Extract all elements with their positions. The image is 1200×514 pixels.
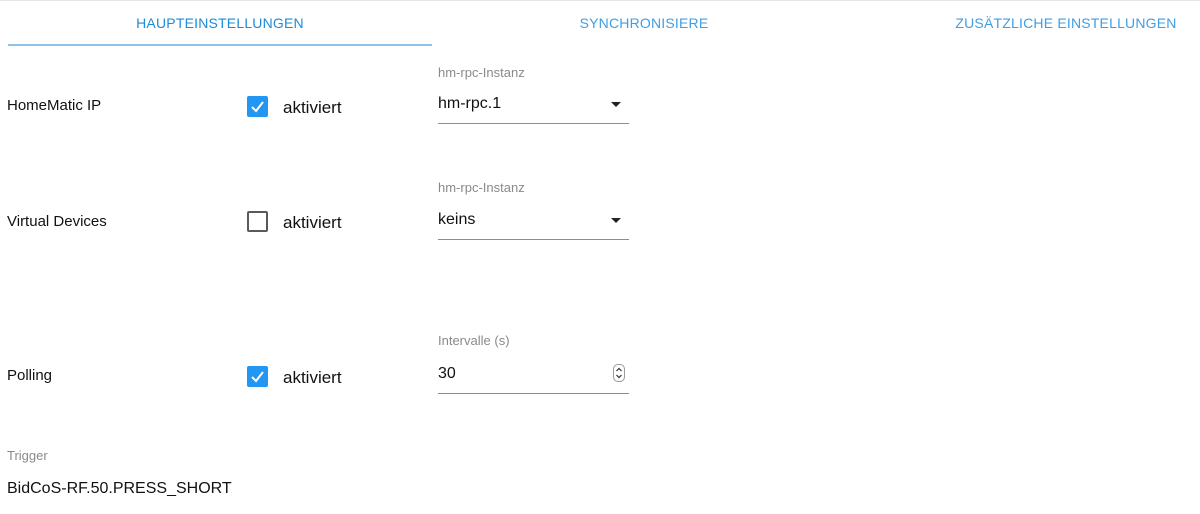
homematic-ip-instance-value: hm-rpc.1 — [438, 95, 502, 112]
homematic-ip-checkbox[interactable] — [247, 96, 268, 117]
checkmark-icon — [251, 371, 264, 383]
settings-page: HAUPTEINSTELLUNGEN SYNCHRONISIERE ZUSÄTZ… — [0, 0, 1200, 514]
virtual-devices-instance-value: keins — [438, 211, 476, 228]
active-tab-indicator — [8, 44, 432, 46]
polling-interval-value: 30 — [438, 365, 456, 382]
virtual-devices-instance-select[interactable]: keins — [438, 209, 629, 240]
triangle-down-icon — [611, 218, 621, 223]
tab-synchronize[interactable]: SYNCHRONISIERE — [432, 1, 856, 45]
polling-checkbox[interactable] — [247, 366, 268, 387]
virtual-devices-checkbox-label[interactable]: aktiviert — [283, 213, 342, 233]
up-down-stepper-icon[interactable] — [613, 364, 625, 382]
polling-label: Polling — [7, 367, 53, 384]
polling-interval-label: Intervalle (s) — [438, 333, 510, 348]
virtual-devices-checkbox[interactable] — [247, 211, 268, 232]
homematic-ip-instance-select[interactable]: hm-rpc.1 — [438, 93, 629, 124]
tab-bar: HAUPTEINSTELLUNGEN SYNCHRONISIERE ZUSÄTZ… — [0, 1, 1200, 47]
polling-interval-input[interactable]: 30 — [438, 363, 629, 394]
virtual-devices-label: Virtual Devices — [7, 213, 107, 230]
homematic-ip-checkbox-label[interactable]: aktiviert — [283, 98, 342, 118]
homematic-ip-label: HomeMatic IP — [7, 97, 102, 114]
trigger-input[interactable]: BidCoS-RF.50.PRESS_SHORT — [7, 480, 232, 498]
triangle-down-icon — [611, 102, 621, 107]
virtual-devices-instance-label: hm-rpc-Instanz — [438, 180, 525, 195]
trigger-label: Trigger — [7, 448, 48, 463]
polling-checkbox-label[interactable]: aktiviert — [283, 368, 342, 388]
tab-main-settings[interactable]: HAUPTEINSTELLUNGEN — [8, 1, 432, 45]
checkmark-icon — [251, 101, 264, 113]
tab-additional-settings[interactable]: ZUSÄTZLICHE EINSTELLUNGEN — [932, 1, 1200, 45]
homematic-ip-instance-label: hm-rpc-Instanz — [438, 65, 525, 80]
